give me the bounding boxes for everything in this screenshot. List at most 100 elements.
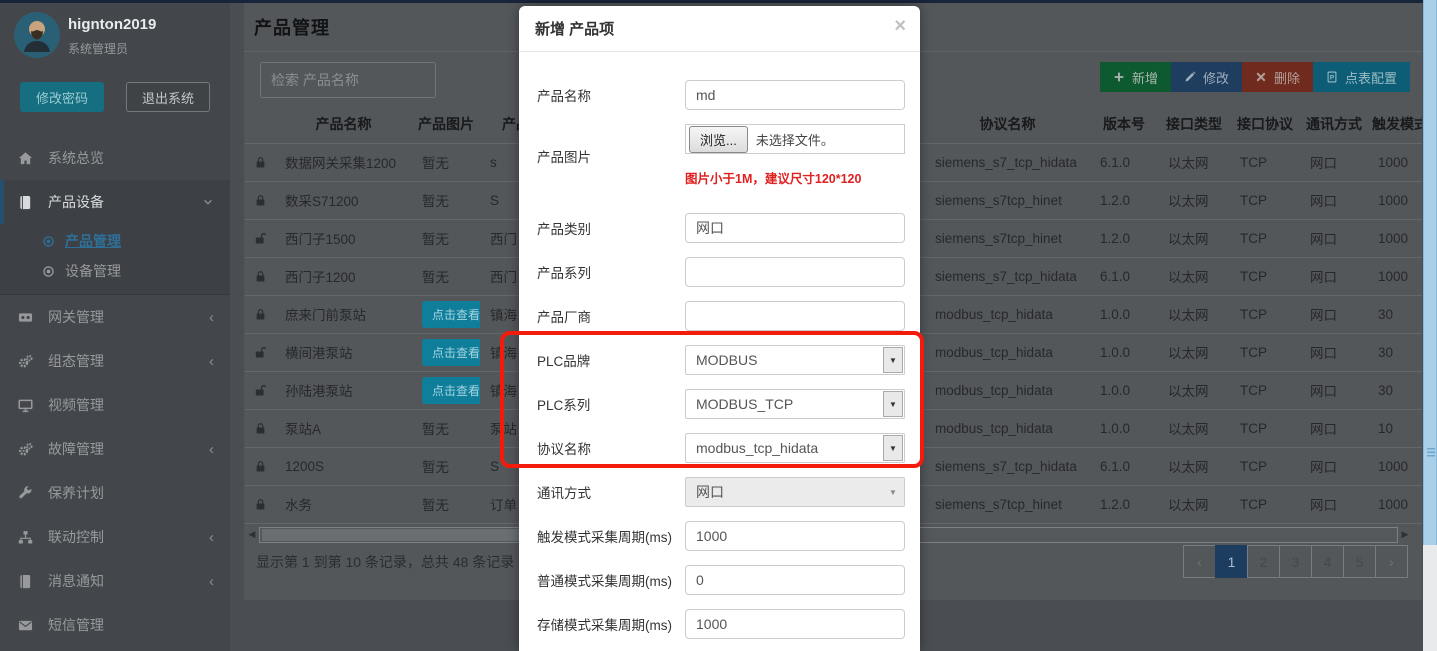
view-image-button[interactable]: 点击查看 (422, 339, 480, 366)
cell-iface_type: 以太网 (1158, 333, 1230, 371)
sidebar-item-fault-mgmt[interactable]: 故障管理‹ (0, 427, 230, 471)
product-vendor-input[interactable] (685, 301, 905, 331)
cell-iface_proto: TCP (1230, 371, 1300, 409)
cell-trigger: 1000 (1368, 219, 1422, 257)
vertical-scrollbar-thumb[interactable] (1423, 0, 1437, 545)
sidebar-item-device-mgmt[interactable]: 设备管理 (0, 256, 230, 286)
selected-value: 网口 (686, 482, 882, 502)
cell-protocol: siemens_s7_tcp_hidata (925, 447, 1090, 485)
pagination-next[interactable]: › (1375, 545, 1408, 578)
close-icon[interactable]: × (894, 16, 906, 36)
selected-value: modbus_tcp_hidata (686, 440, 882, 456)
records-summary: 显示第 1 到第 10 条记录，总共 48 条记录 (256, 552, 514, 572)
pagination-page-4[interactable]: 4 (1311, 545, 1344, 578)
product-series-input[interactable] (685, 257, 905, 287)
sidebar-item-product-device[interactable]: 产品设备 (0, 180, 230, 224)
cell-name: 横间港泵站 (275, 333, 412, 371)
product-name-input[interactable] (685, 80, 905, 110)
sidebar-item-gateway-mgmt[interactable]: 网关管理‹ (0, 295, 230, 339)
form-row-product-name: 产品名称 (537, 80, 920, 110)
scroll-right-arrow-icon[interactable]: ▶ (1398, 529, 1412, 540)
lock-icon (245, 447, 275, 485)
page-title: 产品管理 (254, 14, 330, 40)
cell-iface_type: 以太网 (1158, 143, 1230, 181)
sidebar-item-maintenance-plan[interactable]: 保养计划 (0, 471, 230, 515)
pagination-page-1[interactable]: 1 (1215, 545, 1248, 578)
sidebar-item-message-notify[interactable]: 消息通知‹ (0, 559, 230, 603)
edit-button[interactable]: 修改 (1171, 62, 1242, 92)
delete-button[interactable]: 删除 (1242, 62, 1313, 92)
browse-button[interactable]: 浏览... (689, 126, 748, 153)
column-header-iface_proto: 接口协议 (1230, 105, 1300, 143)
cell-trigger: 30 (1368, 333, 1422, 371)
cell-trigger: 30 (1368, 371, 1422, 409)
avatar[interactable] (14, 12, 60, 58)
modal-body: 产品名称产品图片 浏览... 未选择文件。 图片小于1M，建议尺寸120*120… (519, 52, 920, 651)
gateway-icon (18, 310, 35, 325)
cell-iface_type: 以太网 (1158, 409, 1230, 447)
form-row-trigger-cycle: 触发模式采集周期(ms) (537, 521, 920, 551)
cell-name: 西门子1500 (275, 219, 412, 257)
search-input[interactable] (260, 62, 436, 98)
cell-image: 暂无 (412, 219, 480, 257)
username: hignton2019 (68, 16, 156, 33)
cell-image: 点击查看 (412, 295, 480, 333)
sidebar-item-linkage-control[interactable]: 联动控制‹ (0, 515, 230, 559)
cell-version: 1.2.0 (1090, 219, 1158, 257)
add-button[interactable]: 新增 (1100, 62, 1171, 92)
cell-trigger: 1000 (1368, 447, 1422, 485)
form-row-protocol-name: 协议名称 modbus_tcp_hidata ▼ (537, 433, 920, 463)
book-icon (18, 574, 35, 589)
lock-icon (245, 143, 275, 181)
sidebar-item-video-mgmt[interactable]: 视频管理 (0, 383, 230, 427)
product-category-input[interactable] (685, 213, 905, 243)
plc-brand-select[interactable]: MODBUS ▼ (685, 345, 905, 375)
cell-version: 1.2.0 (1090, 485, 1158, 523)
cell-comm: 网口 (1300, 257, 1368, 295)
field-label: 普通模式采集周期(ms) (537, 570, 685, 590)
pagination-page-3[interactable]: 3 (1279, 545, 1312, 578)
pagination-page-2[interactable]: 2 (1247, 545, 1280, 578)
storage-cycle-input[interactable] (685, 609, 905, 639)
cell-iface_type: 以太网 (1158, 485, 1230, 523)
field-label: 产品厂商 (537, 306, 685, 326)
trigger-cycle-input[interactable] (685, 521, 905, 551)
scroll-left-arrow-icon[interactable]: ◀ (245, 529, 259, 540)
protocol-name-select[interactable]: modbus_tcp_hidata ▼ (685, 433, 905, 463)
caret-down-icon: ▼ (883, 347, 903, 373)
normal-cycle-input[interactable] (685, 565, 905, 595)
cell-comm: 网口 (1300, 371, 1368, 409)
pagination-page-5[interactable]: 5 (1343, 545, 1376, 578)
sitemap-icon (18, 530, 35, 545)
vertical-scrollbar[interactable] (1423, 0, 1437, 651)
field-label: 产品系列 (537, 262, 685, 282)
logout-button[interactable]: 退出系统 (126, 82, 210, 112)
sidebar-item-product-mgmt[interactable]: 产品管理 (0, 226, 230, 256)
plc-series-select[interactable]: MODBUS_TCP ▼ (685, 389, 905, 419)
view-image-button[interactable]: 点击查看 (422, 301, 480, 328)
sidebar-item-sms-mgmt[interactable]: 短信管理 (0, 603, 230, 647)
selected-value: MODBUS (686, 352, 882, 368)
lock-icon (245, 485, 275, 523)
cell-trigger: 1000 (1368, 143, 1422, 181)
cell-trigger: 30 (1368, 295, 1422, 333)
app-root: hignton2019 系统管理员 修改密码 退出系统 系统总览产品设备产品管理… (0, 0, 1437, 651)
sidebar-item-label: 组态管理 (48, 351, 209, 371)
config-button[interactable]: P点表配置 (1313, 62, 1410, 92)
cell-protocol: siemens_s7_tcp_hidata (925, 257, 1090, 295)
cell-image: 暂无 (412, 257, 480, 295)
cell-protocol: siemens_s7_tcp_hidata (925, 143, 1090, 181)
sidebar-item-overview[interactable]: 系统总览 (0, 136, 230, 180)
change-password-button[interactable]: 修改密码 (20, 82, 104, 112)
comm-mode-select[interactable]: 网口 ▼ (685, 477, 905, 507)
chevron-left-icon: ‹ (209, 441, 214, 458)
cell-name: 数采S71200 (275, 181, 412, 219)
file-input[interactable]: 浏览... 未选择文件。 (685, 124, 905, 154)
view-image-button[interactable]: 点击查看 (422, 377, 480, 404)
caret-down-icon: ▼ (883, 479, 903, 505)
user-panel: hignton2019 系统管理员 (0, 10, 230, 78)
pagination-prev[interactable]: ‹ (1183, 545, 1216, 578)
sidebar-item-config-mgmt[interactable]: 组态管理‹ (0, 339, 230, 383)
cell-iface_proto: TCP (1230, 143, 1300, 181)
cell-image: 点击查看 (412, 371, 480, 409)
